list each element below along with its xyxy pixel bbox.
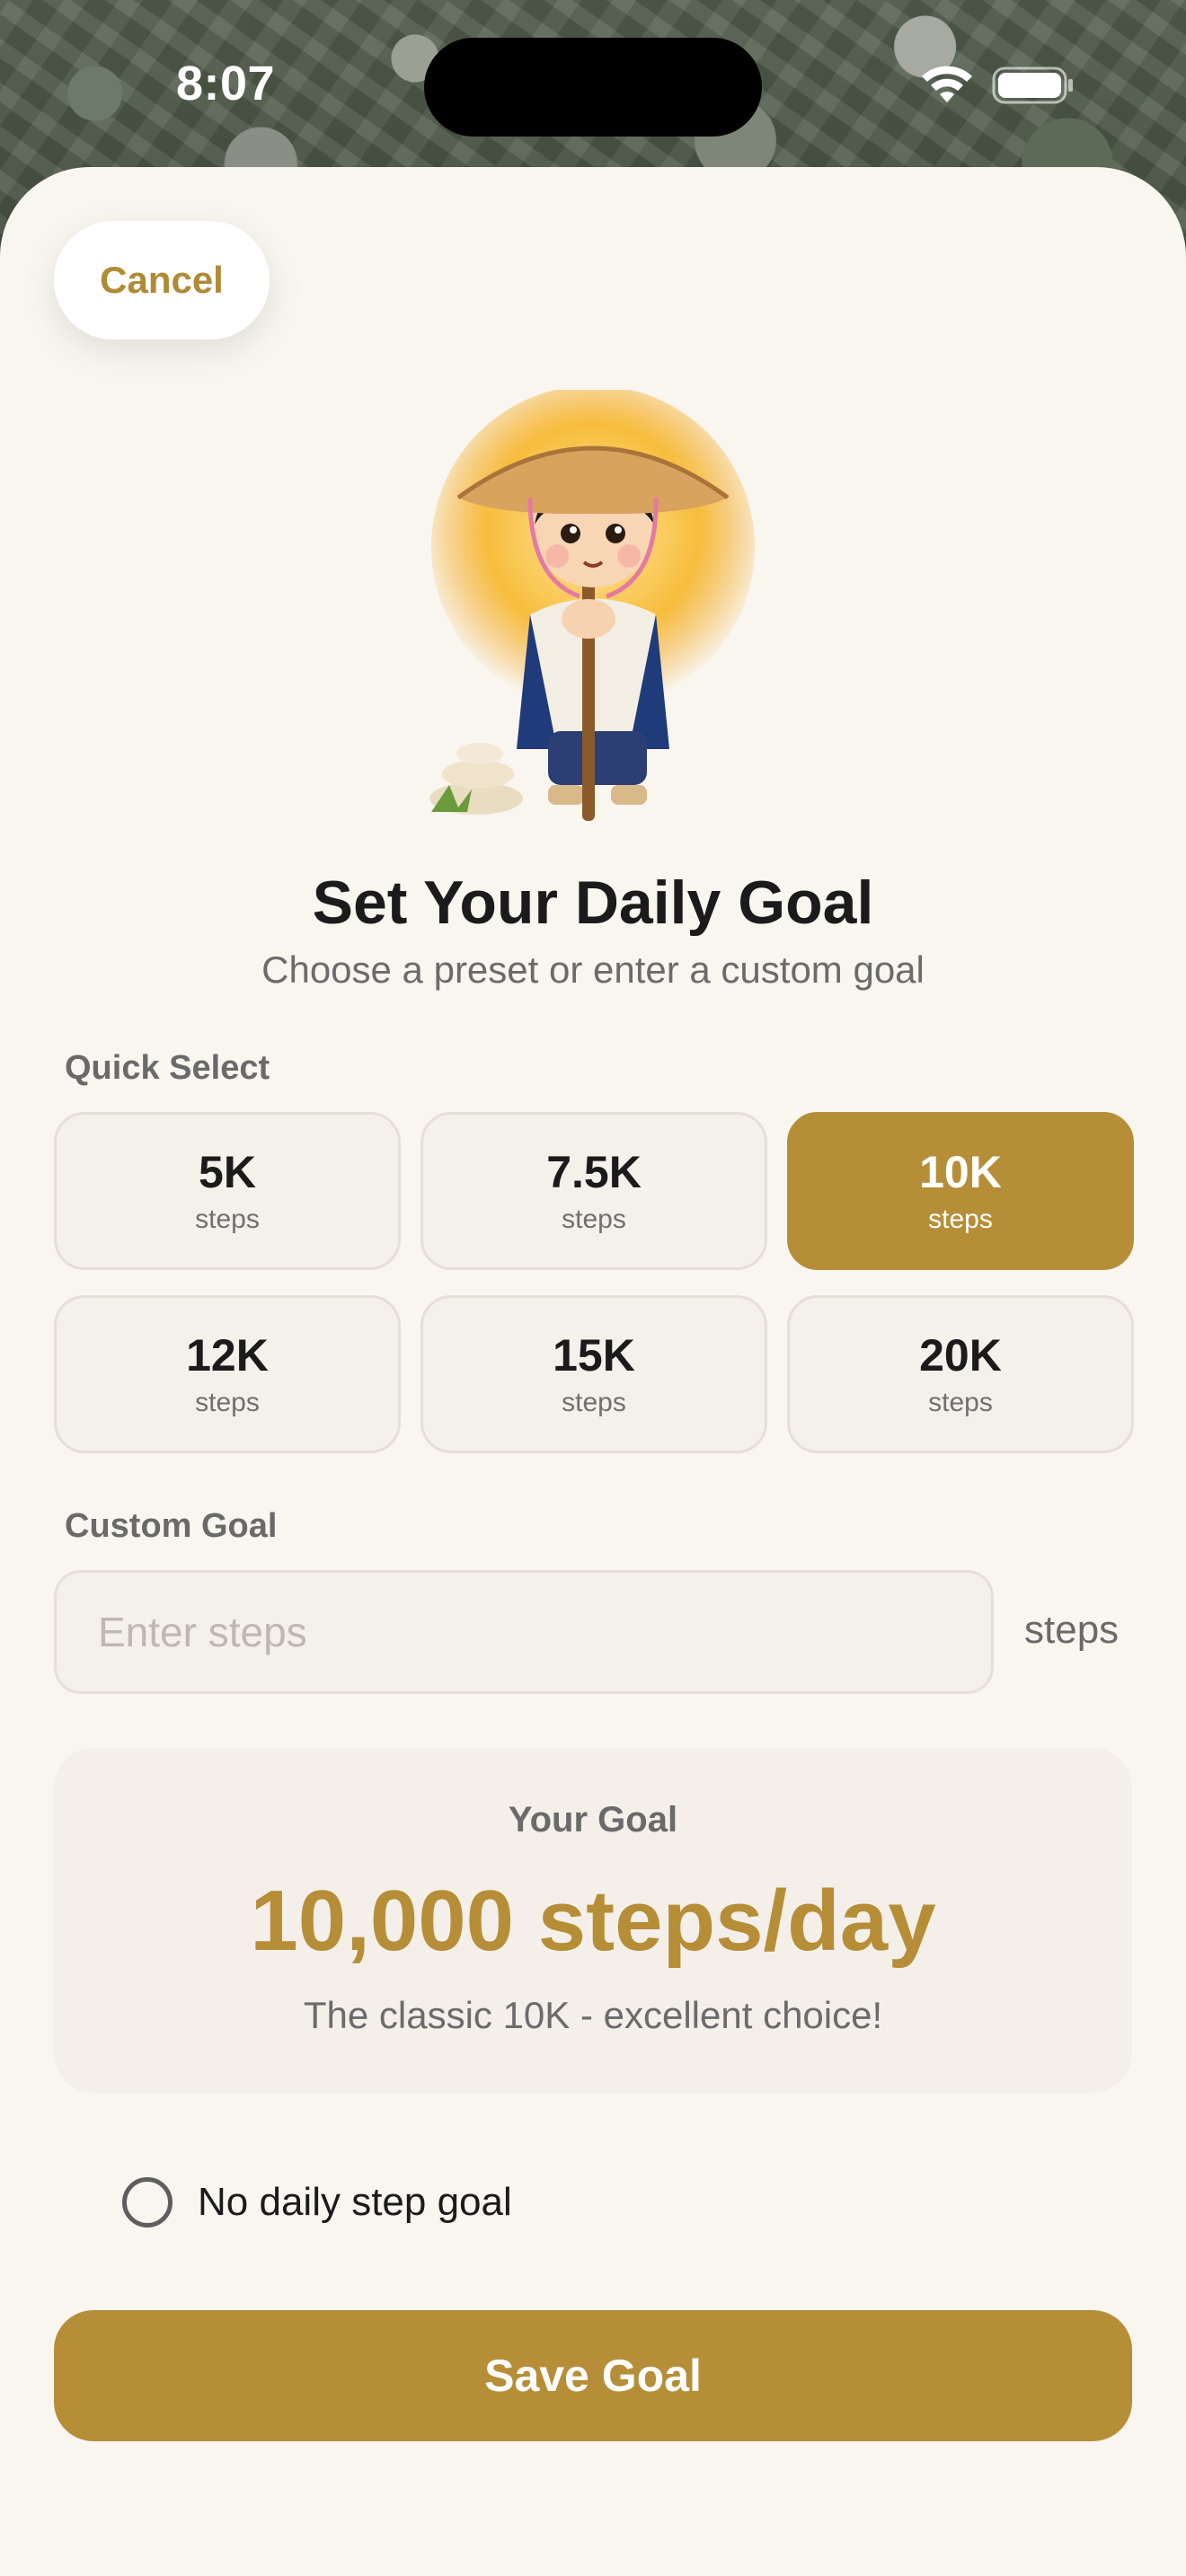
preset-value: 10K bbox=[919, 1146, 1002, 1197]
page-title: Set Your Daily Goal bbox=[312, 869, 874, 937]
preset-value: 20K bbox=[919, 1329, 1002, 1381]
save-goal-button[interactable]: Save Goal bbox=[54, 2310, 1132, 2441]
preset-value: 15K bbox=[553, 1329, 635, 1381]
radio-button[interactable] bbox=[122, 2177, 173, 2228]
goal-summary-label: Your Goal bbox=[508, 1800, 678, 1839]
preset-15k-button[interactable]: 15K steps bbox=[420, 1295, 767, 1453]
cancel-button[interactable]: Cancel bbox=[54, 221, 270, 340]
preset-unit: steps bbox=[195, 1204, 260, 1234]
battery-icon bbox=[992, 66, 1073, 104]
preset-value: 5K bbox=[199, 1146, 256, 1197]
custom-goal-unit: steps bbox=[1024, 1608, 1120, 1652]
pilgrim-mascot-illustration bbox=[429, 390, 755, 821]
goal-summary-note: The classic 10K - excellent choice! bbox=[303, 1994, 883, 2036]
preset-value: 12K bbox=[186, 1329, 269, 1381]
page-subtitle: Choose a preset or enter a custom goal bbox=[261, 948, 925, 991]
status-time: 8:07 bbox=[176, 57, 276, 110]
custom-steps-input[interactable] bbox=[54, 1570, 994, 1694]
screen: 8:07 Cancel Set Your Daily Goal Choose a… bbox=[0, 0, 1186, 2576]
preset-unit: steps bbox=[928, 1387, 993, 1417]
preset-12k-button[interactable]: 12K steps bbox=[54, 1295, 401, 1453]
no-goal-option[interactable]: No daily step goal bbox=[122, 2175, 512, 2229]
preset-20k-button[interactable]: 20K steps bbox=[787, 1295, 1134, 1453]
preset-10k-button[interactable]: 10K steps bbox=[787, 1112, 1134, 1270]
quick-select-label: Quick Select bbox=[65, 1049, 270, 1087]
goal-summary-value: 10,000 steps/day bbox=[250, 1873, 936, 1969]
preset-unit: steps bbox=[928, 1204, 993, 1234]
preset-value: 7.5K bbox=[546, 1146, 642, 1197]
preset-7-5k-button[interactable]: 7.5K steps bbox=[420, 1112, 767, 1270]
preset-unit: steps bbox=[195, 1387, 260, 1417]
preset-unit: steps bbox=[562, 1204, 626, 1234]
no-goal-label: No daily step goal bbox=[198, 2180, 512, 2224]
preset-unit: steps bbox=[562, 1387, 626, 1417]
wifi-icon bbox=[922, 66, 972, 102]
preset-5k-button[interactable]: 5K steps bbox=[54, 1112, 401, 1270]
custom-goal-label: Custom Goal bbox=[65, 1507, 278, 1545]
dynamic-island bbox=[424, 38, 762, 137]
